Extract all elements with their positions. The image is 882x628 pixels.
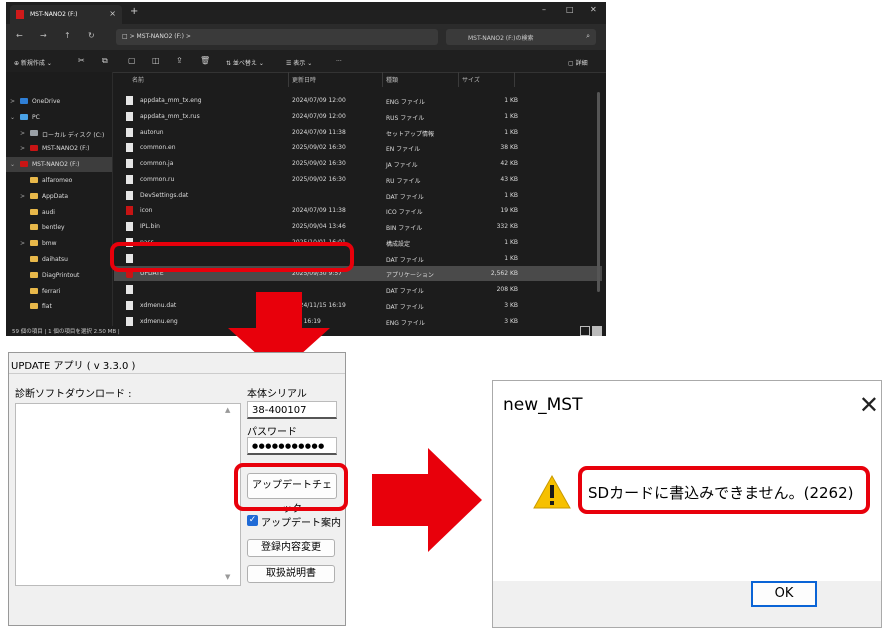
password-value: ●●●●●●●●●●● xyxy=(252,442,325,450)
password-field[interactable]: ●●●●●●●●●●● xyxy=(247,437,337,455)
update-notice-checkbox[interactable]: ✓ xyxy=(247,515,258,526)
highlight-error-message xyxy=(578,466,870,514)
app-title: UPDATE アプリ ( v 3.3.0 ) xyxy=(11,361,136,372)
scroll-up-icon[interactable]: ▲ xyxy=(225,406,230,414)
password-label: パスワード xyxy=(247,427,297,438)
dialog-title: new_MST xyxy=(503,395,583,415)
serial-label: 本体シリアル xyxy=(247,389,307,400)
update-notice-label: アップデート案内 xyxy=(261,518,341,529)
dialog-header: new_MST ✕ xyxy=(493,381,881,431)
manual-button[interactable]: 取扱説明書 xyxy=(247,565,335,583)
title-divider xyxy=(9,373,345,374)
close-icon[interactable]: ✕ xyxy=(859,391,879,419)
serial-field[interactable]: 38-400107 xyxy=(247,401,337,419)
right-arrow xyxy=(372,448,482,552)
ok-button[interactable]: OK xyxy=(751,581,817,607)
highlight-update-check xyxy=(234,463,348,511)
scroll-down-icon[interactable]: ▼ xyxy=(225,573,230,581)
serial-value: 38-400107 xyxy=(252,405,307,416)
change-registration-button[interactable]: 登録内容変更 xyxy=(247,539,335,557)
dialog-footer xyxy=(493,581,881,627)
download-list[interactable] xyxy=(15,403,241,586)
download-label: 診断ソフトダウンロード : xyxy=(15,389,132,400)
warning-icon xyxy=(533,475,571,509)
